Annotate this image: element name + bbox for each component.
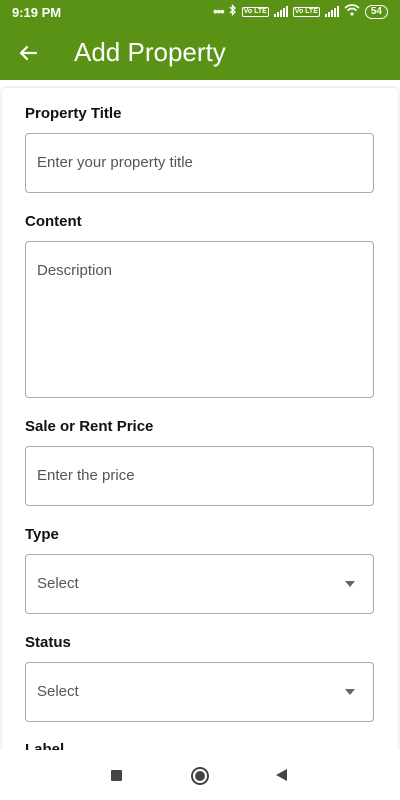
content-placeholder: Description	[37, 262, 113, 279]
content-textarea[interactable]: Description	[25, 241, 374, 398]
status-icons: ••• Vo LTE Vo LTE 54	[213, 3, 388, 19]
chevron-down-icon	[345, 689, 355, 695]
property-title-placeholder: Enter your property title	[37, 154, 193, 171]
signal-icon	[273, 6, 288, 17]
price-placeholder: Enter the price	[37, 467, 135, 484]
signal-icon	[324, 6, 339, 17]
home-circle-icon[interactable]	[191, 767, 209, 785]
more-dots-icon: •••	[213, 4, 225, 19]
type-label: Type	[25, 526, 59, 543]
type-select-value: Select	[37, 575, 79, 592]
form-scroll-area[interactable]: Property Title Enter your property title…	[0, 80, 400, 750]
volte-badge: Vo LTE	[241, 6, 269, 17]
volte-badge: Vo LTE	[292, 6, 320, 17]
label-field-label: Label	[25, 741, 65, 750]
wifi-icon	[344, 4, 360, 19]
content-label: Content	[25, 213, 82, 230]
property-title-input[interactable]: Enter your property title	[25, 133, 374, 193]
property-title-label: Property Title	[25, 105, 122, 122]
system-nav-bar	[0, 750, 400, 800]
price-label: Sale or Rent Price	[25, 418, 154, 435]
status-select-value: Select	[37, 683, 79, 700]
status-bar: 9:19 PM ••• Vo LTE Vo LTE 54	[0, 0, 400, 26]
recents-square-icon[interactable]	[111, 770, 122, 781]
status-select[interactable]: Select	[25, 662, 374, 722]
battery-icon: 54	[364, 4, 388, 19]
type-select[interactable]: Select	[25, 554, 374, 614]
page-title: Add Property	[74, 37, 226, 67]
status-label: Status	[25, 634, 71, 651]
chevron-down-icon	[345, 581, 355, 587]
bluetooth-icon	[229, 3, 237, 19]
arrow-left-icon[interactable]	[14, 39, 42, 67]
back-triangle-icon[interactable]	[276, 769, 287, 781]
app-bar: Add Property	[0, 26, 400, 80]
price-input[interactable]: Enter the price	[25, 446, 374, 506]
status-time: 9:19 PM	[12, 5, 62, 20]
